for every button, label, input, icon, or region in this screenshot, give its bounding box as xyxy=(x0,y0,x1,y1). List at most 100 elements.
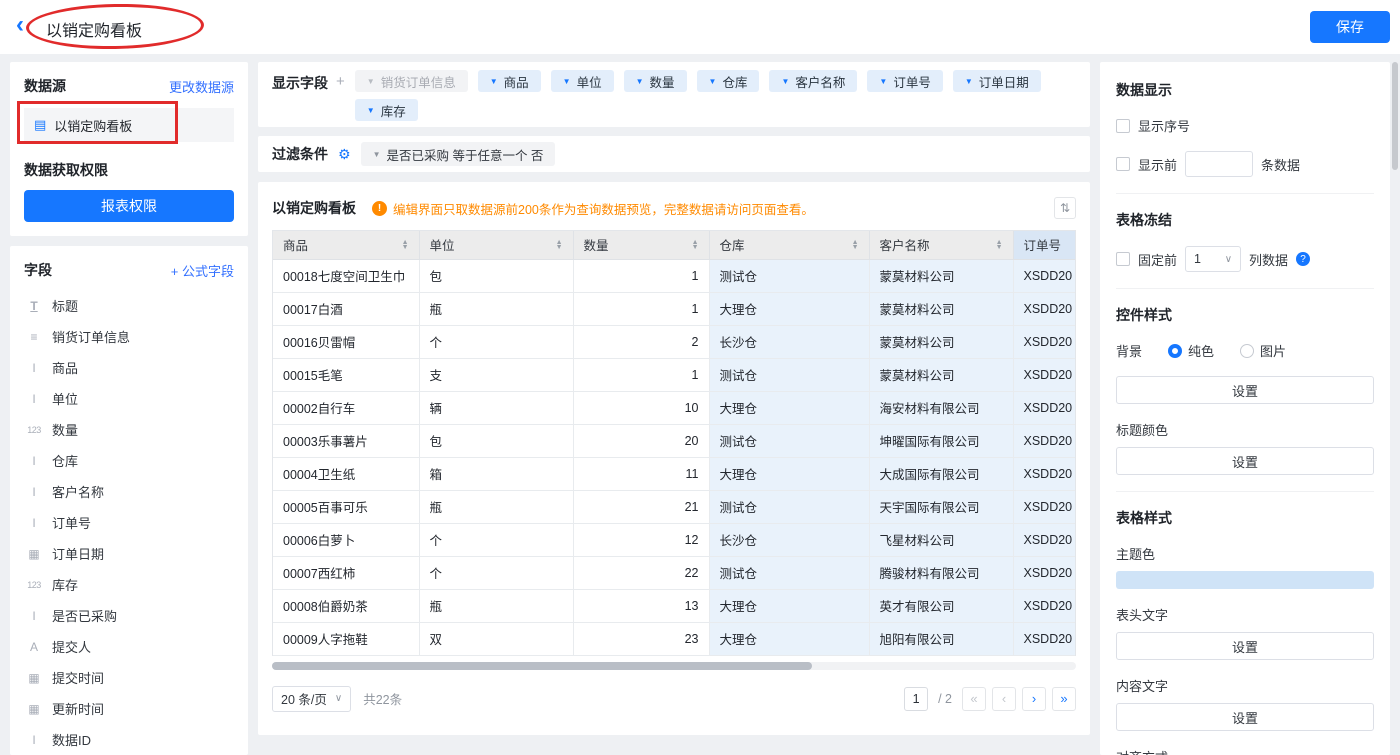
current-page-box[interactable]: 1 xyxy=(904,687,928,711)
field-item[interactable]: 123库存 xyxy=(24,569,234,600)
data-table-wrap: 商品▲▼单位▲▼数量▲▼仓库▲▼客户名称▲▼订单号▲▼ 00018七度空间卫生巾… xyxy=(272,230,1076,656)
table-cell: 蒙莫材料公司 xyxy=(869,259,1013,292)
field-item[interactable]: T标题 xyxy=(24,290,234,321)
sort-icon[interactable]: ▲▼ xyxy=(852,240,859,250)
show-first-suffix: 条数据 xyxy=(1261,155,1300,174)
show-first-checkbox[interactable] xyxy=(1116,157,1130,171)
page-scrollbar-thumb[interactable] xyxy=(1392,62,1398,170)
sort-icon[interactable]: ▲▼ xyxy=(402,240,409,250)
field-item[interactable]: I订单号 xyxy=(24,507,234,538)
field-item[interactable]: I是否已采购 xyxy=(24,600,234,631)
table-cell: 瓶 xyxy=(419,589,573,622)
back-button[interactable]: ‹ xyxy=(16,11,24,39)
table-cell: 大理仓 xyxy=(709,589,869,622)
display-field-chip[interactable]: ▼仓库 xyxy=(697,70,760,92)
number-field-icon: 123 xyxy=(24,425,44,435)
field-item[interactable]: I仓库 xyxy=(24,445,234,476)
save-button[interactable]: 保存 xyxy=(1310,11,1390,43)
show-index-checkbox[interactable] xyxy=(1116,119,1130,133)
field-item[interactable]: 123数量 xyxy=(24,414,234,445)
solid-color-radio[interactable] xyxy=(1168,344,1182,358)
divider xyxy=(1116,288,1374,289)
datasource-heading: 数据源 xyxy=(24,76,66,96)
page-size-select[interactable]: 20 条/页 ∨ xyxy=(272,686,351,712)
table-cell: 测试仓 xyxy=(709,358,869,391)
header-text-set-button[interactable]: 设置 xyxy=(1116,632,1374,660)
display-field-chip[interactable]: ▼订单日期 xyxy=(953,70,1041,92)
datasource-panel: 数据源 更改数据源 ▤ 以销定购看板 数据获取权限 报表权限 xyxy=(10,62,248,236)
table-cell: 大理仓 xyxy=(709,391,869,424)
date-field-icon: ▦ xyxy=(24,702,44,716)
field-item[interactable]: I客户名称 xyxy=(24,476,234,507)
sort-desc-icon: ▼ xyxy=(996,245,1003,250)
display-field-chip[interactable]: ▼订单号 xyxy=(867,70,942,92)
display-field-chip[interactable]: ▼客户名称 xyxy=(769,70,857,92)
filter-condition-chip[interactable]: ▼ 是否已采购 等于任意一个 否 xyxy=(361,142,556,166)
column-header-订单号[interactable]: 订单号▲▼ xyxy=(1013,231,1076,259)
fields-panel: 字段 + 公式字段 T标题≡销货订单信息I商品I单位123数量I仓库I客户名称I… xyxy=(10,246,248,755)
content-text-set-button[interactable]: 设置 xyxy=(1116,703,1374,731)
prev-page-button[interactable]: ‹ xyxy=(992,687,1016,711)
sort-icon[interactable]: ▲▼ xyxy=(556,240,563,250)
image-radio[interactable] xyxy=(1240,344,1254,358)
chevron-down-icon: ▼ xyxy=(367,77,375,86)
table-cell: 1 xyxy=(573,292,709,325)
chip-label: 客户名称 xyxy=(795,72,845,91)
field-item[interactable]: ▦更新时间 xyxy=(24,693,234,724)
table-cell: 长沙仓 xyxy=(709,523,869,556)
display-field-chip[interactable]: ▼库存 xyxy=(355,99,418,121)
column-header-数量[interactable]: 数量▲▼ xyxy=(573,231,709,259)
field-item[interactable]: A提交人 xyxy=(24,631,234,662)
theme-color-swatch[interactable] xyxy=(1116,571,1374,589)
field-item[interactable]: I商品 xyxy=(24,352,234,383)
chevron-down-icon: ∨ xyxy=(335,693,342,704)
column-header-客户名称[interactable]: 客户名称▲▼ xyxy=(869,231,1013,259)
display-field-chip[interactable]: ▼商品 xyxy=(478,70,541,92)
background-set-button[interactable]: 设置 xyxy=(1116,376,1374,404)
horizontal-scrollbar-thumb[interactable] xyxy=(272,662,812,670)
field-item[interactable]: I单位 xyxy=(24,383,234,414)
datasource-item[interactable]: ▤ 以销定购看板 xyxy=(24,108,234,142)
table-cell: 箱 xyxy=(419,457,573,490)
display-field-chip[interactable]: ▼数量 xyxy=(624,70,687,92)
document-icon: ▤ xyxy=(34,117,46,133)
table-cell: 00006白萝卜 xyxy=(273,523,419,556)
add-field-button[interactable]: + xyxy=(336,73,345,90)
table-cell: 个 xyxy=(419,556,573,589)
table-cell: 00016贝雷帽 xyxy=(273,325,419,358)
freeze-prefix: 固定前 xyxy=(1138,250,1177,269)
chip-label: 销货订单信息 xyxy=(381,72,456,91)
sort-icon[interactable]: ▲▼ xyxy=(996,240,1003,250)
sort-icon[interactable]: ▲▼ xyxy=(692,240,699,250)
table-row: 00009人字拖鞋双23大理仓旭阳有限公司XSDD20 xyxy=(273,622,1076,655)
column-header-仓库[interactable]: 仓库▲▼ xyxy=(709,231,869,259)
next-page-button[interactable]: › xyxy=(1022,687,1046,711)
freeze-checkbox[interactable] xyxy=(1116,252,1130,266)
table-cell: 测试仓 xyxy=(709,556,869,589)
show-first-count-input[interactable] xyxy=(1185,151,1253,177)
formula-field-link[interactable]: + 公式字段 xyxy=(171,261,234,280)
column-header-商品[interactable]: 商品▲▼ xyxy=(273,231,419,259)
change-datasource-link[interactable]: 更改数据源 xyxy=(169,77,234,96)
table-cell: 大理仓 xyxy=(709,292,869,325)
freeze-count-select[interactable]: 1 ∨ xyxy=(1185,246,1241,272)
field-item[interactable]: ≡销货订单信息 xyxy=(24,321,234,352)
display-field-chip[interactable]: ▼单位 xyxy=(551,70,614,92)
display-field-chip[interactable]: ▼ 销货订单信息 xyxy=(355,70,468,92)
table-cell: XSDD20 xyxy=(1013,391,1076,424)
table-cell: XSDD20 xyxy=(1013,589,1076,622)
image-label: 图片 xyxy=(1260,341,1286,360)
report-permission-button[interactable]: 报表权限 xyxy=(24,190,234,222)
last-page-button[interactable]: » xyxy=(1052,687,1076,711)
first-page-button[interactable]: « xyxy=(962,687,986,711)
field-item[interactable]: ▦订单日期 xyxy=(24,538,234,569)
field-item[interactable]: ▦提交时间 xyxy=(24,662,234,693)
field-item[interactable]: I数据ID xyxy=(24,724,234,755)
column-header-单位[interactable]: 单位▲▼ xyxy=(419,231,573,259)
table-panel: 以销定购看板 ! 编辑界面只取数据源前200条作为查询数据预览，完整数据请访问页… xyxy=(258,182,1090,735)
title-color-set-button[interactable]: 设置 xyxy=(1116,447,1374,475)
table-row: 00003乐事薯片包20测试仓坤曜国际有限公司XSDD20 xyxy=(273,424,1076,457)
help-icon[interactable]: ? xyxy=(1296,252,1310,266)
row-order-icon[interactable]: ⇅ xyxy=(1054,197,1076,219)
gear-icon[interactable]: ⚙ xyxy=(338,146,351,163)
